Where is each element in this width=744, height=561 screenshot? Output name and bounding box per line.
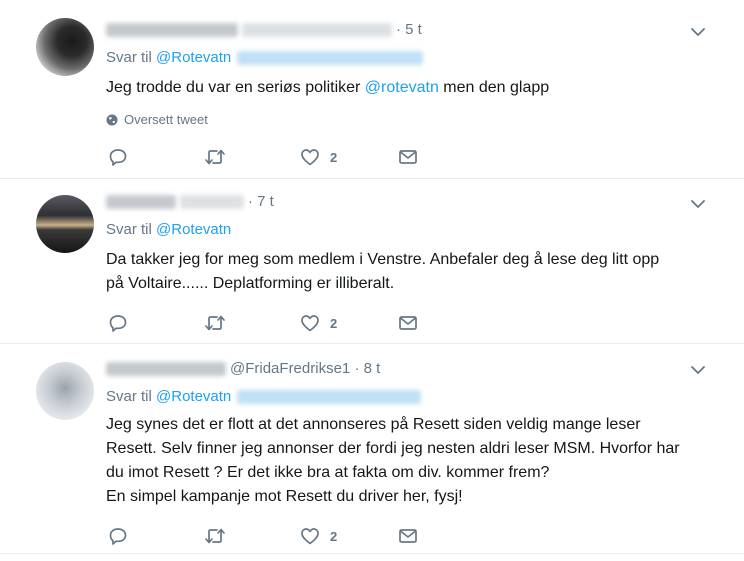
tweet-mention-link[interactable]: @rotevatn bbox=[365, 79, 439, 96]
author-handle-blurred[interactable] bbox=[242, 23, 392, 38]
author-handle[interactable]: @FridaFredrikse1 bbox=[230, 360, 350, 377]
tweet-text: Da takker jeg for meg som medlem i Venst… bbox=[106, 248, 706, 296]
tweet-text-line: En simpel kampanje mot Resett du driver … bbox=[106, 488, 463, 505]
author-name-blurred[interactable] bbox=[106, 23, 238, 38]
tweet-header: @FridaFredrikse1 · 8 t bbox=[106, 359, 380, 379]
envelope-icon bbox=[399, 150, 417, 164]
author-name-blurred[interactable] bbox=[106, 195, 176, 210]
reply-context: Svar til @Rotevatn bbox=[106, 387, 422, 407]
translate-label: Oversett tweet bbox=[124, 112, 208, 127]
tweet-text-part: Jeg trodde du var en seriøs politiker bbox=[106, 79, 365, 96]
retweet-button[interactable] bbox=[204, 313, 226, 333]
like-button[interactable]: 2 bbox=[300, 313, 337, 333]
tweet-text-line: på Voltaire...... Deplatforming er illib… bbox=[106, 275, 395, 292]
reply-mention-link[interactable]: @Rotevatn bbox=[156, 221, 231, 238]
reply-icon bbox=[109, 149, 127, 166]
reply-prefix: Svar til bbox=[106, 49, 152, 66]
reply-mention-blurred[interactable] bbox=[237, 51, 424, 66]
author-name-blurred[interactable] bbox=[106, 362, 226, 377]
reply-prefix: Svar til bbox=[106, 388, 152, 405]
tweet[interactable]: @FridaFredrikse1 · 8 t Svar til @Rotevat… bbox=[0, 344, 744, 554]
separator-dot: · bbox=[396, 21, 401, 38]
tweet[interactable]: · 5 t Svar til @Rotevatn Jeg trodde du v… bbox=[0, 0, 744, 179]
reply-mention-link[interactable]: @Rotevatn bbox=[156, 49, 231, 66]
reply-icon bbox=[109, 528, 127, 545]
author-handle-blurred[interactable] bbox=[180, 195, 244, 210]
reply-mention-link[interactable]: @Rotevatn bbox=[156, 388, 231, 405]
tweet-timestamp[interactable]: 8 t bbox=[364, 360, 381, 377]
translate-tweet-link[interactable]: Oversett tweet bbox=[106, 112, 208, 128]
tweet-text-line: Resett. Selv finner jeg annonser der for… bbox=[106, 440, 680, 457]
reply-mention-blurred[interactable] bbox=[237, 390, 422, 405]
tweet-header: · 5 t bbox=[106, 20, 422, 40]
tweet-text: Jeg synes det er flott at det annonseres… bbox=[106, 413, 706, 509]
tweet[interactable]: · 7 t Svar til @Rotevatn Da takker jeg f… bbox=[0, 179, 744, 344]
chevron-down-icon[interactable] bbox=[690, 196, 706, 212]
tweet-text-part: men den glapp bbox=[438, 79, 550, 96]
reply-icon bbox=[109, 315, 127, 332]
heart-icon bbox=[301, 149, 319, 166]
avatar[interactable] bbox=[36, 195, 94, 253]
tweet-header: · 7 t bbox=[106, 192, 274, 212]
heart-icon bbox=[301, 315, 319, 332]
retweet-icon bbox=[205, 149, 225, 165]
tweet-text-line: Da takker jeg for meg som medlem i Venst… bbox=[106, 251, 660, 268]
reply-prefix: Svar til bbox=[106, 221, 152, 238]
reply-feed: · 5 t Svar til @Rotevatn Jeg trodde du v… bbox=[0, 0, 744, 561]
chevron-down-icon[interactable] bbox=[690, 362, 706, 378]
heart-icon bbox=[301, 528, 319, 545]
tweet-timestamp[interactable]: 5 t bbox=[405, 21, 422, 38]
separator-dot: · bbox=[248, 193, 253, 210]
reply-context: Svar til @Rotevatn bbox=[106, 48, 424, 68]
avatar[interactable] bbox=[36, 18, 94, 76]
like-button[interactable]: 2 bbox=[300, 526, 337, 546]
like-button[interactable]: 2 bbox=[300, 147, 337, 167]
reply-button[interactable] bbox=[108, 313, 128, 333]
like-count: 2 bbox=[330, 149, 338, 165]
direct-message-button[interactable] bbox=[398, 147, 418, 167]
like-count: 2 bbox=[330, 315, 338, 331]
retweet-button[interactable] bbox=[204, 526, 226, 546]
envelope-icon bbox=[399, 529, 417, 543]
direct-message-button[interactable] bbox=[398, 313, 418, 333]
chevron-down-icon[interactable] bbox=[690, 24, 706, 40]
tweet-timestamp[interactable]: 7 t bbox=[257, 193, 274, 210]
retweet-button[interactable] bbox=[204, 147, 226, 167]
tweet-text-line: du imot Resett ? Er det ikke bra at fakt… bbox=[106, 464, 550, 481]
separator-dot: · bbox=[354, 360, 360, 377]
tweet-text: Jeg trodde du var en seriøs politiker @r… bbox=[106, 76, 706, 100]
reply-button[interactable] bbox=[108, 147, 128, 167]
direct-message-button[interactable] bbox=[398, 526, 418, 546]
retweet-icon bbox=[205, 528, 225, 544]
avatar[interactable] bbox=[36, 362, 94, 420]
envelope-icon bbox=[399, 316, 417, 330]
retweet-icon bbox=[205, 315, 225, 331]
reply-button[interactable] bbox=[108, 526, 128, 546]
like-count: 2 bbox=[330, 528, 338, 544]
reply-context: Svar til @Rotevatn bbox=[106, 220, 231, 240]
globe-icon bbox=[106, 114, 118, 126]
tweet-text-line: Jeg synes det er flott at det annonseres… bbox=[106, 416, 641, 433]
